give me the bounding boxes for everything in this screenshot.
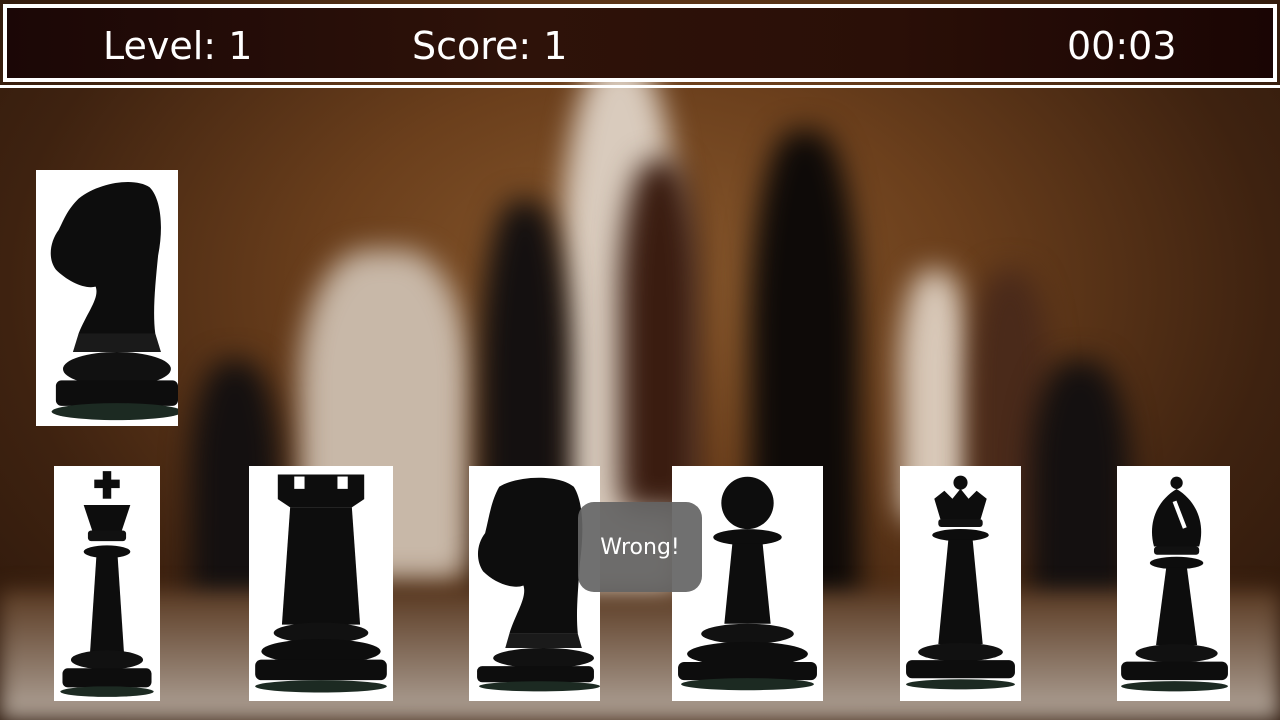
timer-label: 00:03 xyxy=(1067,24,1177,68)
toast-message: Wrong! xyxy=(600,534,680,560)
knight-icon xyxy=(50,181,178,421)
choice-card-bishop[interactable] xyxy=(1117,466,1230,701)
queen-icon xyxy=(906,475,1015,690)
bishop-icon xyxy=(1121,476,1228,692)
choice-card-king[interactable] xyxy=(54,466,160,701)
king-icon xyxy=(60,471,154,697)
score-label: Score: 1 xyxy=(412,24,568,68)
target-piece-card xyxy=(36,170,178,426)
hud-bar: Level: 1 Score: 1 00:03 xyxy=(3,4,1277,82)
choice-card-queen[interactable] xyxy=(900,466,1021,701)
choice-card-rook[interactable] xyxy=(249,466,393,701)
hud-divider xyxy=(0,85,1280,88)
wrong-toast: Wrong! xyxy=(578,502,702,592)
blurred-chess-background xyxy=(0,0,1280,720)
rook-icon xyxy=(255,474,387,693)
level-label: Level: 1 xyxy=(103,24,253,68)
